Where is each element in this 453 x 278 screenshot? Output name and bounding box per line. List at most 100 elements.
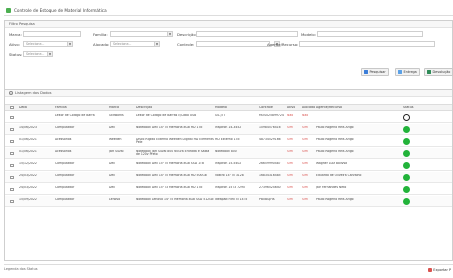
agente-label: Agente/Recurso:: [267, 41, 299, 47]
delivery-button[interactable]: Entrega: [395, 68, 420, 76]
col-status[interactable]: Status: [403, 106, 414, 110]
modelo-input[interactable]: [317, 31, 423, 37]
cell-controle: 26659990487: [259, 161, 281, 165]
cell-familia: Leitor de Código de Barra: [55, 113, 95, 117]
cell-ativo: Sim: [287, 149, 293, 153]
cell-ativo: Sim: [287, 161, 293, 165]
status-in-use-icon: [403, 174, 410, 181]
cell-marca: Dell: [109, 173, 116, 177]
cell-alocado: Sim: [302, 125, 308, 129]
table-row[interactable]: 24/03/2022 Computador Dell Notebook Dell 14…: [5, 172, 452, 183]
status-in-use-icon: [403, 150, 410, 157]
status-legend: Legenda dos Status Estoqueem UsoManutenç…: [4, 264, 453, 278]
cell-familia: Computador: [55, 161, 75, 165]
col-marca[interactable]: Marca: [109, 106, 119, 110]
cell-marca: Gtdworks: [109, 113, 124, 117]
familia-select[interactable]: ▼: [110, 31, 173, 37]
col-ativo[interactable]: Ativo: [287, 106, 295, 110]
cell-controle: 16834316485: [259, 173, 281, 177]
cell-marca: Dell: [109, 185, 116, 189]
table-row[interactable]: 14/06/2023 Computador Dell Notebook Dell 14…: [5, 124, 452, 135]
row-checkbox[interactable]: [10, 115, 14, 119]
cell-agente: Jair Fernandes Neto: [316, 185, 347, 189]
filter-panel-header-label: Filtro Pesquisa: [9, 22, 35, 26]
ativo-select-value: Selecione...: [26, 42, 45, 46]
col-data[interactable]: Data: [19, 106, 27, 110]
agente-input[interactable]: [299, 41, 435, 47]
row-checkbox[interactable]: [10, 127, 14, 131]
row-checkbox[interactable]: [10, 187, 14, 191]
app-logo-icon: [6, 8, 11, 13]
alocado-select-value: Selecione...: [113, 42, 132, 46]
results-panel-header[interactable]: – Listagem dos Dados: [5, 90, 452, 97]
table-row[interactable]: Leitor de Código de Barra Gtdworks Leitor …: [5, 112, 452, 123]
col-controle[interactable]: Controle: [259, 106, 273, 110]
cell-agente: Eduardo de Oliveira Carvalho: [316, 173, 362, 177]
alocado-label: Alocado:: [93, 41, 110, 47]
cell-descricao: Leitor de Código de Barras c/Cabo USB: [136, 113, 197, 117]
status-select-value: Selecione...: [26, 52, 45, 56]
controle-input[interactable]: [196, 41, 270, 47]
familia-label: Família:: [93, 31, 108, 37]
cell-descricao: Notebook Dell 15" i5 Memória 8Gb SSD 1Tb: [136, 161, 204, 165]
row-checkbox[interactable]: [10, 163, 14, 167]
filter-panel-header[interactable]: Filtro Pesquisa: [5, 21, 452, 28]
return-button[interactable]: Devolução: [424, 68, 453, 76]
col-modelo[interactable]: Modelo: [215, 106, 227, 110]
cell-modelo: Ideapad Flex 5i 14 i5: [215, 197, 248, 201]
col-alocado[interactable]: Alocado: [302, 106, 315, 110]
cell-alocado: Sim: [302, 137, 308, 141]
marca-input[interactable]: [23, 31, 81, 37]
cell-descricao: Notebook JBR Suzal 800 60Gra Entrada e S…: [136, 149, 210, 157]
status-label: Status:: [9, 51, 23, 57]
cell-agente: Wagner Luiz Bolivsa: [316, 161, 348, 165]
delivery-icon: [398, 70, 402, 74]
export-pdf-label: Exportar P: [433, 268, 451, 272]
col-descricao[interactable]: Descrição: [136, 106, 152, 110]
ativo-label: Ativo:: [9, 41, 20, 47]
search-button[interactable]: Pesquisar: [361, 68, 389, 76]
cell-controle: MOS025899724: [259, 113, 284, 117]
cell-alocado: Sim: [302, 161, 308, 165]
cell-data: 15/09/2022: [19, 197, 37, 201]
collapse-icon[interactable]: –: [9, 91, 13, 95]
col-agente[interactable]: Agente/Recurso: [316, 106, 342, 110]
row-checkbox[interactable]: [10, 151, 14, 155]
cell-data: 14/06/2023: [19, 125, 37, 129]
ativo-select[interactable]: Selecione... ▼: [23, 41, 73, 47]
cell-alocado: Sim: [302, 173, 308, 177]
export-pdf-button[interactable]: Exportar P: [427, 268, 451, 272]
cell-modelo: Inspiron 14-3452: [215, 125, 242, 129]
cell-controle: PB0BGJHX: [259, 197, 275, 201]
chevron-down-icon: ▼: [67, 42, 72, 46]
cell-modelo: HD Externo 1Tb: [215, 137, 240, 141]
cell-alocado: Sim: [302, 197, 308, 201]
table-row[interactable]: 01/06/2021 Acessórios Weeden Disco Rígido E…: [5, 136, 452, 147]
status-select[interactable]: Selecione... ▼: [23, 51, 53, 57]
cell-data: 01/06/2021: [19, 149, 37, 153]
status-stock-icon: [403, 114, 410, 121]
pdf-icon: [427, 268, 432, 272]
alocado-select[interactable]: Selecione... ▼: [110, 41, 160, 47]
descricao-input[interactable]: [196, 31, 298, 37]
cell-ativo: Sim: [287, 173, 293, 177]
row-checkbox[interactable]: [10, 199, 14, 203]
table-row[interactable]: 01/06/2021 Acessórios JBR Suzal Notebook JB…: [5, 148, 452, 159]
legend-header: Legenda dos Status: [4, 267, 38, 271]
table-row[interactable]: 15/12/2022 Computador Dell Notebook Dell 15…: [5, 160, 452, 171]
table-row[interactable]: 24/03/2022 Computador Dell Notebook Dell 15…: [5, 184, 452, 195]
cell-ativo: Sim: [287, 197, 293, 201]
table-row[interactable]: 15/09/2022 Computador Lenovo Notebook Lenov…: [5, 196, 452, 207]
row-checkbox[interactable]: [10, 139, 14, 143]
cell-modelo: Notebook 800: [215, 149, 237, 153]
status-in-use-icon: [403, 186, 410, 193]
select-all-checkbox[interactable]: [10, 105, 14, 110]
cell-data: 24/03/2022: [19, 173, 37, 177]
col-familia[interactable]: Família: [55, 106, 67, 110]
cell-alocado: Sim: [302, 149, 308, 153]
marca-label: Marca:: [9, 31, 22, 37]
row-checkbox[interactable]: [10, 175, 14, 179]
chevron-down-icon: ▼: [47, 52, 52, 56]
cell-marca: Lenovo: [109, 197, 121, 201]
cell-familia: Acessórios: [55, 137, 72, 141]
